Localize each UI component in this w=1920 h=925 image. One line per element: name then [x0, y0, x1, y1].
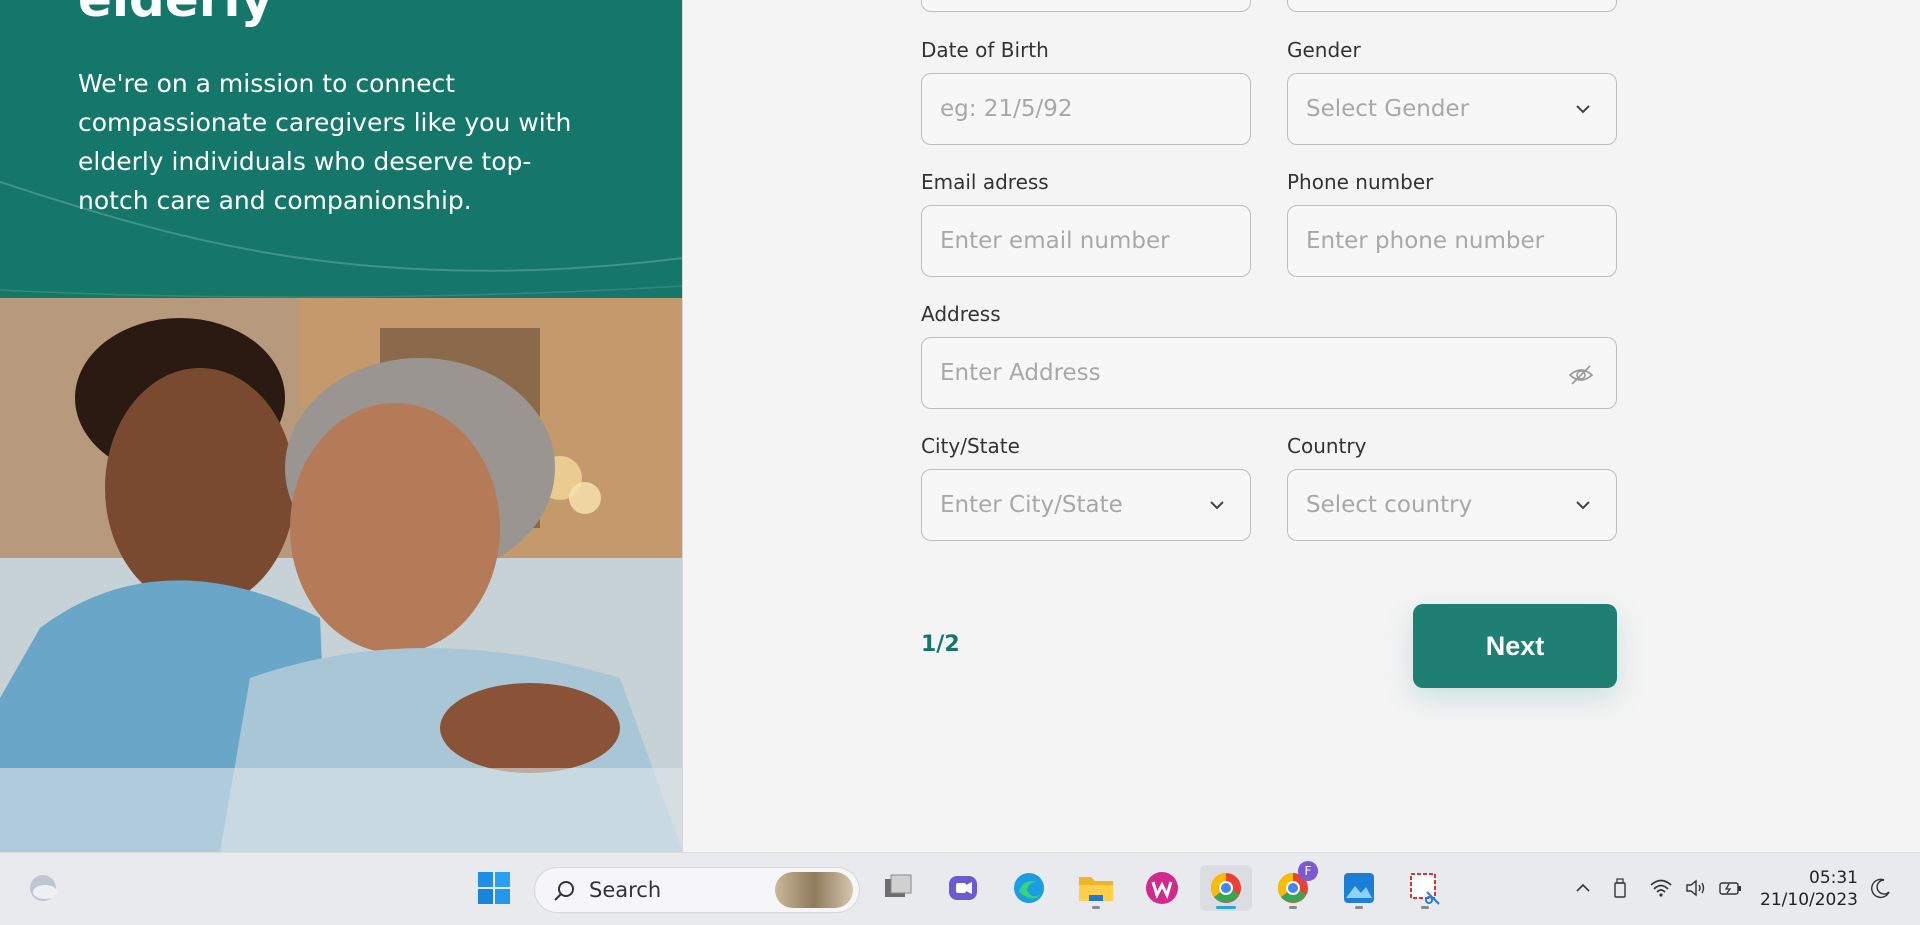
battery-icon[interactable] — [1718, 875, 1744, 901]
chevron-down-icon — [1576, 501, 1590, 510]
gender-select[interactable]: Select Gender — [1287, 73, 1617, 145]
clock[interactable]: 05:31 21/10/2023 — [1752, 867, 1858, 911]
clock-time: 05:31 — [1809, 868, 1858, 888]
open-indicator — [1289, 906, 1297, 909]
chrome-icon-profile[interactable]: F — [1270, 861, 1318, 911]
next-button[interactable]: Next — [1413, 604, 1617, 688]
email-field[interactable]: Enter email number — [921, 205, 1251, 277]
search-label: Search — [589, 878, 662, 902]
open-indicator — [1421, 906, 1429, 909]
city-placeholder: Enter City/State — [940, 492, 1123, 518]
volume-icon[interactable] — [1683, 875, 1709, 901]
left-panel: elderly We're on a mission to connect co… — [0, 0, 683, 852]
search-highlight-image — [775, 872, 853, 908]
open-indicator — [1355, 906, 1363, 909]
country-placeholder: Select country — [1306, 492, 1473, 518]
email-placeholder: Enter email number — [940, 228, 1170, 254]
address-placeholder: Enter Address — [940, 360, 1101, 386]
hero-photo — [0, 298, 682, 852]
city-select[interactable]: Enter City/State — [921, 469, 1251, 541]
dob-placeholder: eg: 21/5/92 — [940, 96, 1073, 122]
active-indicator — [1216, 906, 1236, 909]
wps-icon[interactable] — [1139, 865, 1185, 911]
country-select[interactable]: Select country — [1287, 469, 1617, 541]
open-indicator — [1092, 906, 1100, 909]
wifi-icon[interactable] — [1648, 875, 1674, 901]
task-view-icon[interactable] — [875, 865, 921, 911]
edge-icon[interactable] — [1006, 865, 1052, 911]
email-label: Email adress — [921, 170, 1049, 194]
step-indicator: 1/2 — [921, 632, 960, 657]
address-label: Address — [921, 302, 1001, 326]
profile-badge: F — [1298, 861, 1318, 881]
phone-field[interactable]: Enter phone number — [1287, 205, 1617, 277]
eye-off-icon[interactable] — [1566, 360, 1596, 390]
start-icon[interactable] — [471, 865, 517, 911]
hero-heading: elderly — [78, 0, 273, 24]
country-label: Country — [1287, 434, 1367, 458]
chevron-down-icon — [1576, 105, 1590, 114]
chrome-icon-active[interactable] — [1200, 865, 1252, 911]
previous-field-bottom[interactable] — [921, 0, 1251, 12]
caregiver-photo-illustration — [0, 298, 682, 852]
phone-label: Phone number — [1287, 170, 1434, 194]
taskbar-search[interactable]: Search — [534, 867, 860, 913]
photos-icon[interactable] — [1336, 865, 1382, 911]
chevron-down-icon — [1210, 501, 1224, 510]
hero-text: We're on a mission to connect compassion… — [78, 69, 572, 215]
phone-placeholder: Enter phone number — [1306, 228, 1545, 254]
snipping-tool-icon[interactable] — [1402, 865, 1448, 911]
clock-date: 21/10/2023 — [1760, 890, 1858, 910]
teams-icon[interactable] — [940, 865, 986, 911]
moon-icon[interactable] — [1868, 875, 1894, 901]
dob-label: Date of Birth — [921, 38, 1049, 62]
city-label: City/State — [921, 434, 1020, 458]
gender-label: Gender — [1287, 38, 1361, 62]
taskbar: Search F 05:31 21/10/2023 — [0, 852, 1920, 925]
dob-input[interactable]: eg: 21/5/92 — [921, 73, 1251, 145]
search-icon — [554, 881, 574, 901]
weather-icon[interactable] — [20, 865, 66, 911]
hero-banner: elderly We're on a mission to connect co… — [0, 0, 682, 298]
file-explorer-icon[interactable] — [1073, 865, 1119, 911]
gender-placeholder: Select Gender — [1306, 96, 1470, 122]
previous-field-bottom[interactable] — [1287, 0, 1617, 12]
usb-drive-icon[interactable] — [1607, 875, 1633, 901]
address-field[interactable]: Enter Address — [921, 337, 1617, 409]
chevron-up-icon[interactable] — [1570, 875, 1596, 901]
